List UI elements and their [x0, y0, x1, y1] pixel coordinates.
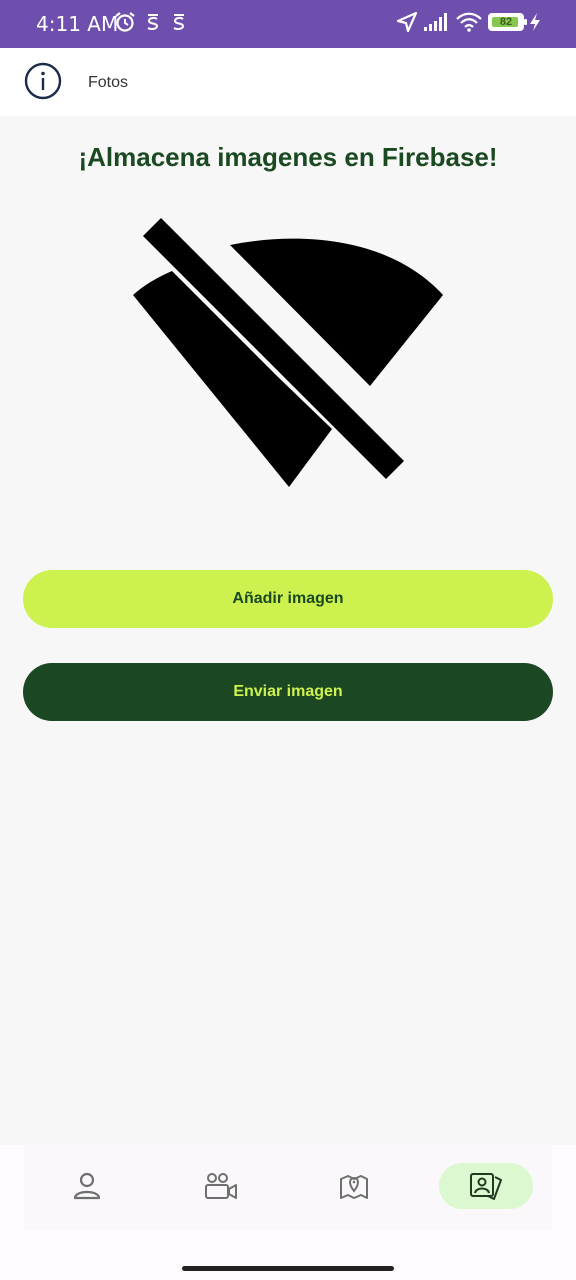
- signal-icon: [424, 13, 447, 31]
- home-indicator[interactable]: [182, 1266, 394, 1271]
- nav-item-video[interactable]: [174, 1163, 268, 1209]
- status-bar: 4:11 AM 82: [0, 0, 576, 48]
- nav-item-profile[interactable]: [40, 1163, 134, 1209]
- notification-icon: [173, 14, 185, 31]
- location-arrow-icon: [396, 11, 418, 33]
- info-icon[interactable]: [24, 62, 62, 100]
- wifi-icon: [456, 12, 482, 32]
- charging-icon: [530, 13, 540, 31]
- nav-bar: [24, 1145, 552, 1230]
- video-chat-icon: [205, 1173, 237, 1199]
- image-not-supported-icon: [133, 218, 443, 487]
- status-time: 4:11 AM: [36, 12, 119, 36]
- app-bar: Fotos: [0, 48, 576, 116]
- notification-icon: [147, 14, 159, 31]
- battery-icon: 82: [488, 13, 527, 31]
- send-image-button[interactable]: Enviar imagen: [23, 663, 553, 721]
- nav-item-photos[interactable]: [439, 1163, 533, 1209]
- bottom-navigation: [0, 1145, 576, 1280]
- map-location-icon: [340, 1175, 368, 1199]
- add-image-button[interactable]: Añadir imagen: [23, 570, 553, 628]
- person-icon: [73, 1172, 101, 1200]
- app-bar-title: Fotos: [88, 74, 129, 91]
- page-heading: ¡Almacena imagenes en Firebase!: [78, 142, 498, 172]
- alarm-icon: [115, 12, 135, 32]
- photo-account-icon: [470, 1173, 502, 1200]
- battery-level: 82: [499, 16, 513, 28]
- nav-item-map[interactable]: [307, 1163, 401, 1209]
